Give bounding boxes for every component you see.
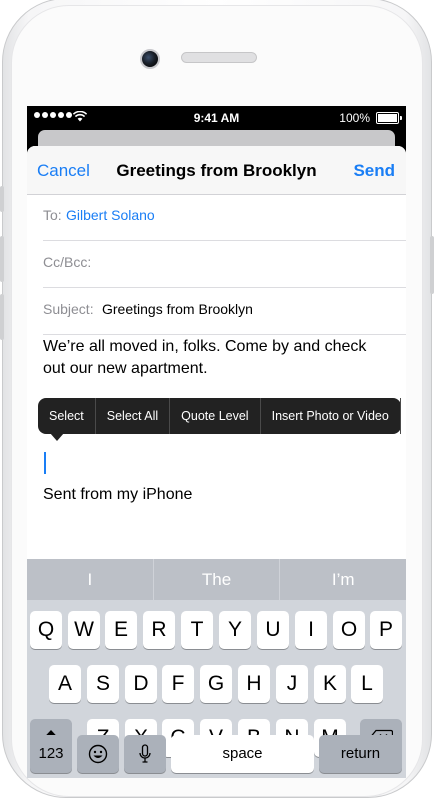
- recipient-token[interactable]: Gilbert Solano: [66, 207, 155, 223]
- power-button: [430, 236, 434, 294]
- key-u[interactable]: U: [257, 611, 289, 649]
- battery-percentage: 100%: [339, 111, 370, 125]
- key-w[interactable]: W: [68, 611, 100, 649]
- keyboard: I The I’m Q W E R T Y U I O P A S D F G …: [27, 559, 406, 778]
- emoji-key[interactable]: [77, 735, 119, 773]
- earpiece-speaker: [181, 52, 257, 63]
- subject-field[interactable]: Subject: Greetings from Brooklyn: [43, 288, 406, 335]
- key-row-2: A S D F G H J K L: [27, 665, 406, 703]
- key-row-1: Q W E R T Y U I O P: [27, 611, 406, 649]
- prediction-item[interactable]: The: [154, 559, 281, 600]
- volume-down-button: [0, 294, 4, 340]
- cc-bcc-label: Cc/Bcc:: [43, 254, 92, 270]
- numbers-key[interactable]: 123: [30, 735, 72, 773]
- key-l[interactable]: L: [351, 665, 383, 703]
- key-f[interactable]: F: [162, 665, 194, 703]
- to-label: To:: [43, 207, 62, 223]
- text-cursor: [44, 452, 46, 474]
- cc-bcc-field[interactable]: Cc/Bcc:: [43, 241, 406, 288]
- key-j[interactable]: J: [276, 665, 308, 703]
- volume-up-button: [0, 236, 4, 282]
- edit-menu-select-all[interactable]: Select All: [96, 398, 171, 434]
- signature-text[interactable]: Sent from my iPhone: [43, 486, 192, 504]
- emoji-icon: [88, 744, 108, 764]
- key-q[interactable]: Q: [30, 611, 62, 649]
- key-r[interactable]: R: [143, 611, 175, 649]
- front-camera: [140, 49, 160, 69]
- edit-menu-insert-photo[interactable]: Insert Photo or Video: [261, 398, 401, 434]
- prediction-item[interactable]: I: [27, 559, 154, 600]
- key-y[interactable]: Y: [219, 611, 251, 649]
- predictive-bar: I The I’m: [27, 559, 406, 600]
- key-t[interactable]: T: [181, 611, 213, 649]
- subject-value[interactable]: Greetings from Brooklyn: [102, 301, 253, 317]
- microphone-icon: [139, 744, 151, 763]
- send-button[interactable]: Send: [353, 161, 395, 181]
- key-p[interactable]: P: [370, 611, 402, 649]
- compose-nav-bar: Cancel Greetings from Brooklyn Send: [27, 146, 406, 195]
- battery-icon: [376, 112, 402, 124]
- compose-sheet: Cancel Greetings from Brooklyn Send To: …: [27, 146, 406, 778]
- dictation-key[interactable]: [124, 735, 166, 773]
- space-key[interactable]: space: [171, 735, 314, 773]
- edit-menu: Select Select All Quote Level Insert Pho…: [38, 398, 401, 441]
- subject-label: Subject:: [43, 301, 94, 317]
- key-a[interactable]: A: [49, 665, 81, 703]
- status-bar: 9:41 AM 100%: [27, 106, 406, 130]
- screen: 9:41 AM 100% Cancel Greetings from Brook…: [27, 106, 406, 778]
- key-o[interactable]: O: [333, 611, 365, 649]
- key-row-4: 123 space return: [27, 735, 406, 773]
- key-d[interactable]: D: [125, 665, 157, 703]
- cancel-button[interactable]: Cancel: [37, 161, 90, 181]
- key-g[interactable]: G: [200, 665, 232, 703]
- mute-switch: [0, 186, 4, 212]
- prediction-item[interactable]: I’m: [280, 559, 406, 600]
- message-body[interactable]: We’re all moved in, folks. Come by and c…: [43, 336, 388, 380]
- key-k[interactable]: K: [314, 665, 346, 703]
- edit-menu-arrow: [50, 433, 64, 441]
- to-field[interactable]: To: Gilbert Solano: [43, 194, 406, 241]
- edit-menu-quote-level[interactable]: Quote Level: [170, 398, 261, 434]
- key-h[interactable]: H: [238, 665, 270, 703]
- key-e[interactable]: E: [105, 611, 137, 649]
- edit-menu-select[interactable]: Select: [38, 398, 96, 434]
- key-s[interactable]: S: [87, 665, 119, 703]
- return-key[interactable]: return: [319, 735, 402, 773]
- key-i[interactable]: I: [295, 611, 327, 649]
